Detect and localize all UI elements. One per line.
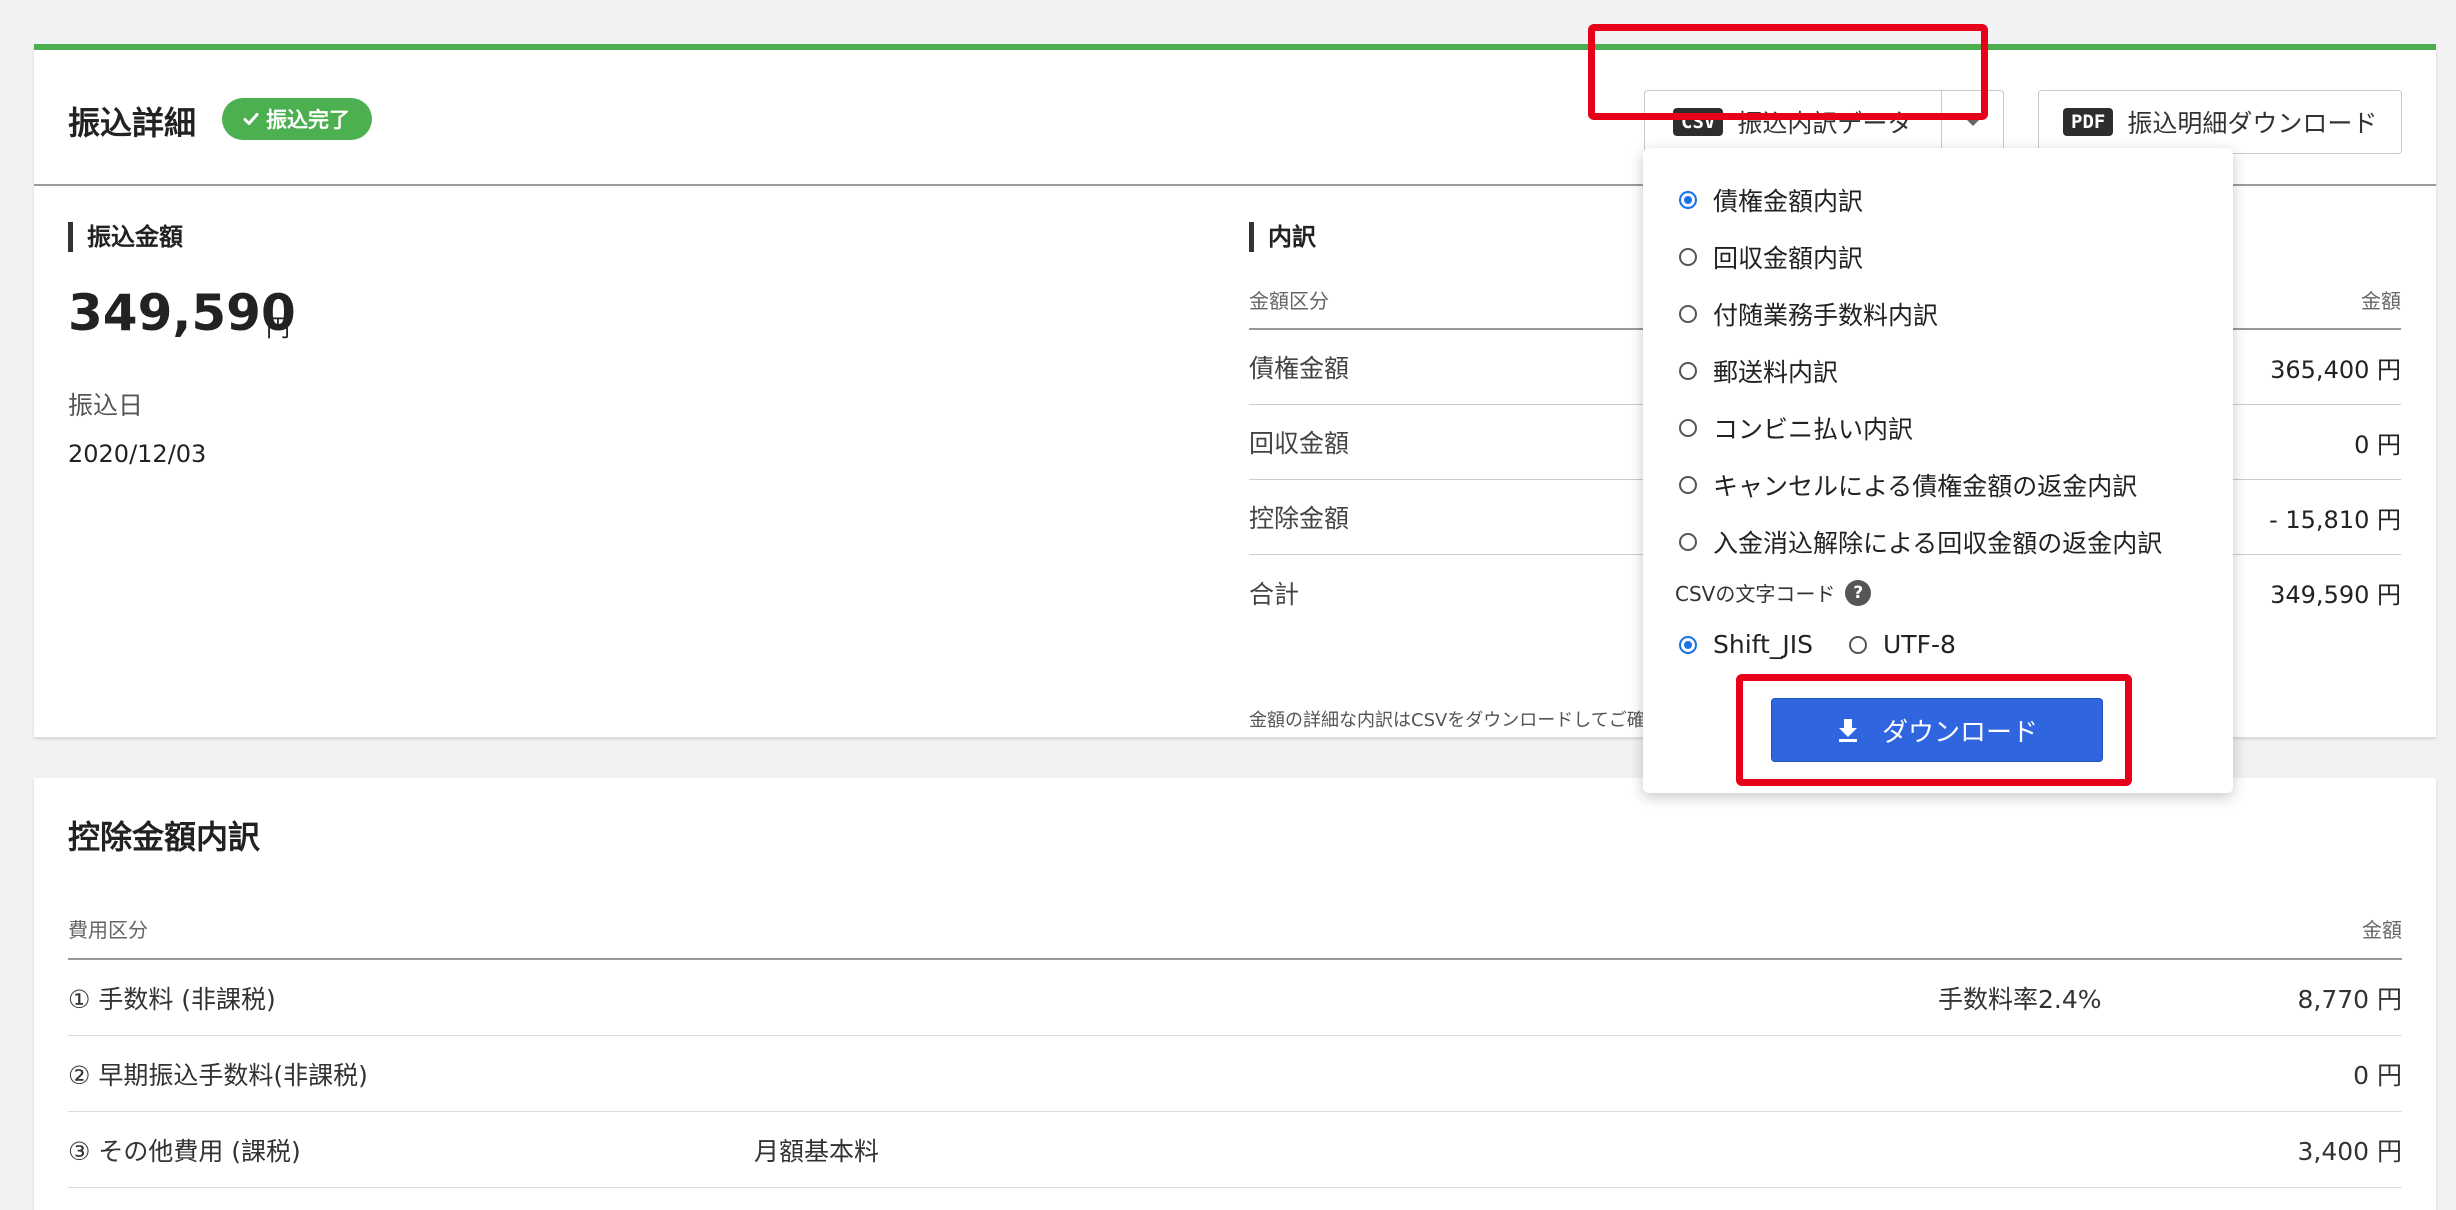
pdf-file-icon: PDF bbox=[2063, 108, 2114, 136]
row-label: 控除金額 bbox=[1249, 504, 1350, 533]
radio-selected-icon[interactable] bbox=[1679, 191, 1697, 209]
highlight-frame-csv bbox=[1588, 24, 1988, 120]
row-label: ① 手数料 (非課税) bbox=[68, 984, 276, 1014]
row-label: 合計 bbox=[1249, 579, 1300, 609]
radio-icon[interactable] bbox=[1679, 248, 1697, 266]
deduction-col-amount: 金額 bbox=[2362, 917, 2402, 942]
row-label: ③ その他費用 (課税) bbox=[68, 1136, 301, 1166]
option-label: 付随業務手数料内訳 bbox=[1713, 301, 1939, 330]
radio-icon[interactable] bbox=[1679, 305, 1697, 323]
row-value: 349,590 円 bbox=[2270, 581, 2401, 609]
option-label: 郵送料内訳 bbox=[1713, 358, 1839, 387]
row-value: 3,400 円 bbox=[2297, 1136, 2402, 1166]
option-label: UTF-8 bbox=[1883, 630, 1956, 659]
breakdown-heading: 内訳 bbox=[1249, 222, 1316, 252]
option-label: キャンセルによる債権金額の返金内訳 bbox=[1713, 472, 2138, 501]
option-claim-amount[interactable]: 債権金額内訳 bbox=[1679, 182, 1863, 218]
row-value: 8,770 円 bbox=[2297, 984, 2402, 1014]
option-label: Shift_JIS bbox=[1713, 630, 1813, 659]
row-value: 0 円 bbox=[2353, 1060, 2402, 1090]
row-label: ② 早期振込手数料(非課税) bbox=[68, 1060, 368, 1090]
pdf-download-label: 振込明細ダウンロード bbox=[2127, 109, 2378, 138]
radio-selected-icon[interactable] bbox=[1679, 635, 1697, 654]
encoding-label-text: CSVの文字コード bbox=[1675, 582, 1836, 606]
row-value: 0 円 bbox=[2354, 430, 2401, 459]
breakdown-note: 金額の詳細な内訳はCSVをダウンロードしてご確認 bbox=[1249, 710, 1663, 731]
table-row: ③ その他費用 (課税) 月額基本料 3,400 円 bbox=[68, 1112, 2402, 1188]
transfer-amount: 349,590 bbox=[68, 284, 296, 342]
radio-icon[interactable] bbox=[1679, 533, 1697, 551]
deduction-col-category: 費用区分 bbox=[68, 917, 148, 942]
option-convenience-store[interactable]: コンビニ払い内訳 bbox=[1679, 410, 1913, 446]
row-label: 債権金額 bbox=[1249, 354, 1350, 383]
option-label: 回収金額内訳 bbox=[1713, 244, 1864, 273]
row-value: 365,400 円 bbox=[2270, 355, 2401, 384]
radio-icon[interactable] bbox=[1849, 635, 1867, 654]
row-label: 回収金額 bbox=[1249, 429, 1350, 458]
encoding-utf8[interactable]: UTF-8 bbox=[1849, 630, 1956, 659]
radio-icon[interactable] bbox=[1679, 476, 1697, 494]
row-detail: 月額基本料 bbox=[754, 1136, 880, 1166]
table-row: ② 早期振込手数料(非課税) 0 円 bbox=[68, 1036, 2402, 1112]
radio-icon[interactable] bbox=[1679, 419, 1697, 437]
status-badge: 振込完了 bbox=[222, 98, 372, 140]
option-postage[interactable]: 郵送料内訳 bbox=[1679, 353, 1838, 389]
pdf-download-button[interactable]: PDF 振込明細ダウンロード bbox=[2038, 90, 2402, 154]
csv-encoding-label: CSVの文字コード ? bbox=[1675, 578, 1872, 607]
row-rate: 手数料率2.4% bbox=[1938, 984, 2102, 1014]
help-icon[interactable]: ? bbox=[1845, 579, 1872, 606]
option-label: 債権金額内訳 bbox=[1713, 187, 1864, 216]
breakdown-col-amount: 金額 bbox=[2361, 288, 2401, 313]
check-icon bbox=[243, 113, 259, 125]
option-cancel-refund[interactable]: キャンセルによる債権金額の返金内訳 bbox=[1679, 467, 2137, 503]
option-collection-amount[interactable]: 回収金額内訳 bbox=[1679, 239, 1863, 275]
transfer-amount-unit: 円 bbox=[266, 314, 290, 342]
option-label: 入金消込解除による回収金額の返金内訳 bbox=[1713, 529, 2163, 558]
page-title: 振込詳細 bbox=[68, 104, 197, 142]
row-value: - 15,810 円 bbox=[2269, 505, 2401, 534]
deduction-title: 控除金額内訳 bbox=[68, 818, 261, 856]
transfer-date-label: 振込日 bbox=[68, 391, 144, 420]
transfer-date: 2020/12/03 bbox=[68, 440, 207, 468]
table-row: ① 手数料 (非課税) 手数料率2.4% 8,770 円 bbox=[68, 960, 2402, 1036]
option-ancillary-fee[interactable]: 付随業務手数料内訳 bbox=[1679, 296, 1938, 332]
deduction-table-header: 費用区分 金額 bbox=[68, 898, 2402, 960]
highlight-frame-download bbox=[1736, 674, 2132, 786]
option-label: コンビニ払い内訳 bbox=[1713, 415, 1914, 444]
option-unreconcile-refund[interactable]: 入金消込解除による回収金額の返金内訳 bbox=[1679, 524, 2162, 560]
transfer-amount-heading: 振込金額 bbox=[68, 222, 183, 252]
deduction-table: 費用区分 金額 ① 手数料 (非課税) 手数料率2.4% 8,770 円 ② 早… bbox=[68, 898, 2402, 1188]
encoding-shift-jis[interactable]: Shift_JIS bbox=[1679, 630, 1813, 659]
radio-icon[interactable] bbox=[1679, 362, 1697, 380]
breakdown-col-category: 金額区分 bbox=[1249, 288, 1329, 313]
status-badge-label: 振込完了 bbox=[266, 108, 350, 132]
deduction-breakdown-card: 控除金額内訳 費用区分 金額 ① 手数料 (非課税) 手数料率2.4% 8,77… bbox=[34, 778, 2436, 1210]
